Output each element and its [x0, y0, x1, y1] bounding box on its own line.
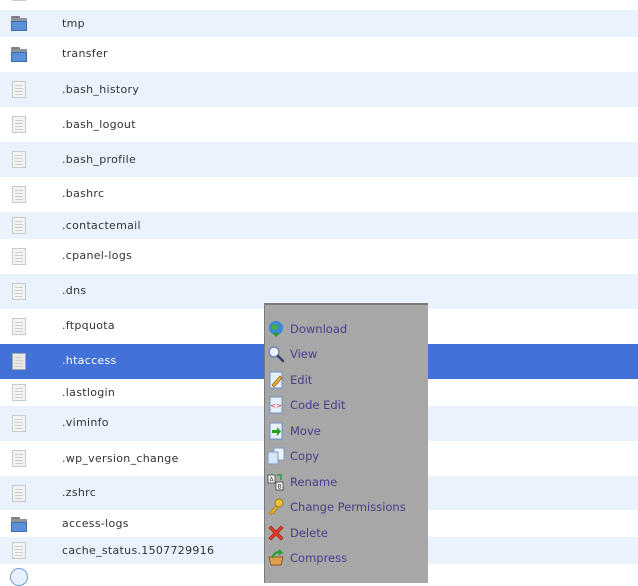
file-icon	[10, 414, 28, 432]
rename-icon: A B	[267, 474, 284, 491]
file-icon	[10, 541, 28, 559]
file-icon	[10, 115, 28, 133]
file-name: .dns	[62, 284, 87, 297]
menu-item-edit[interactable]: Edit	[265, 368, 428, 392]
file-icon	[10, 317, 28, 335]
file-icon	[10, 185, 28, 203]
magnifier-icon	[268, 346, 285, 363]
file-name: .wp_version_change	[62, 452, 179, 465]
menu-label: Rename	[290, 475, 338, 489]
file-row[interactable]: .bash_profile	[0, 142, 638, 177]
file-name: .viminfo	[62, 416, 109, 429]
file-icon	[10, 216, 28, 234]
svg-text:<>: <>	[270, 402, 282, 410]
menu-label: Download	[290, 322, 348, 336]
file-name: .zshrc	[62, 486, 97, 499]
file-name: .bashrc	[62, 187, 105, 200]
file-name: .bash_history	[62, 83, 140, 96]
menu-label: Edit	[290, 373, 313, 387]
menu-label: Move	[290, 424, 321, 438]
delete-x-icon	[268, 525, 284, 541]
svg-text:B: B	[277, 484, 281, 491]
file-name: .contactemail	[62, 219, 141, 232]
menu-label: Compress	[290, 551, 348, 565]
file-row[interactable]: .contactemail	[0, 212, 638, 239]
copy-icon	[267, 447, 285, 465]
folder-icon	[10, 14, 28, 32]
globe-icon	[10, 568, 28, 586]
menu-item-move[interactable]: Move	[265, 419, 428, 443]
file-icon	[10, 352, 28, 370]
menu-item-view[interactable]: View	[265, 342, 428, 366]
compress-box-icon	[268, 549, 284, 566]
file-icon	[10, 383, 28, 401]
menu-label: View	[290, 347, 318, 361]
file-icon	[10, 449, 28, 467]
folder-row[interactable]: transfer	[0, 37, 638, 72]
file-name: .htaccess	[62, 354, 117, 367]
file-icon	[10, 150, 28, 168]
file-row[interactable]: .bashrc	[0, 177, 638, 212]
file-row[interactable]: .bash_history	[0, 72, 638, 107]
file-icon	[10, 80, 28, 98]
menu-item-download[interactable]: Download	[265, 317, 428, 341]
menu-item-change-permissions[interactable]: Change Permissions	[265, 495, 428, 519]
folder-name: access-logs	[62, 517, 129, 530]
file-row[interactable]	[0, 0, 638, 10]
download-globe-icon	[269, 321, 283, 337]
folder-row[interactable]: tmp	[0, 10, 638, 37]
menu-item-compress[interactable]: Compress	[265, 546, 428, 570]
menu-item-rename[interactable]: A B Rename	[265, 470, 428, 494]
menu-item-copy[interactable]: Copy	[265, 444, 428, 468]
context-menu: Download View Edit <> Code Edit Move Cop…	[264, 303, 428, 583]
menu-item-delete[interactable]: Delete	[265, 521, 428, 545]
file-icon	[10, 0, 28, 1]
file-name: .bash_logout	[62, 118, 136, 131]
menu-label: Change Permissions	[290, 500, 406, 514]
file-name: .cpanel-logs	[62, 249, 133, 262]
file-name: cache_status.1507729916	[62, 544, 215, 557]
file-icon	[10, 484, 28, 502]
file-icon	[10, 282, 28, 300]
file-name: .bash_profile	[62, 153, 137, 166]
edit-pencil-icon	[269, 371, 283, 389]
file-name: .ftpquota	[62, 319, 115, 332]
menu-label: Delete	[290, 526, 328, 540]
menu-label: Code Edit	[290, 398, 346, 412]
menu-item-code-edit[interactable]: <> Code Edit	[265, 393, 428, 417]
menu-label: Copy	[290, 449, 320, 463]
file-icon	[10, 247, 28, 265]
file-name: .lastlogin	[62, 386, 116, 399]
key-icon	[268, 498, 284, 516]
folder-icon	[10, 515, 28, 533]
move-arrow-icon	[269, 422, 283, 440]
file-row[interactable]: .bash_logout	[0, 107, 638, 142]
folder-icon	[10, 45, 28, 63]
folder-name: transfer	[62, 47, 108, 60]
file-row[interactable]: .cpanel-logs	[0, 239, 638, 274]
folder-name: tmp	[62, 17, 85, 30]
code-edit-icon: <>	[269, 396, 283, 414]
